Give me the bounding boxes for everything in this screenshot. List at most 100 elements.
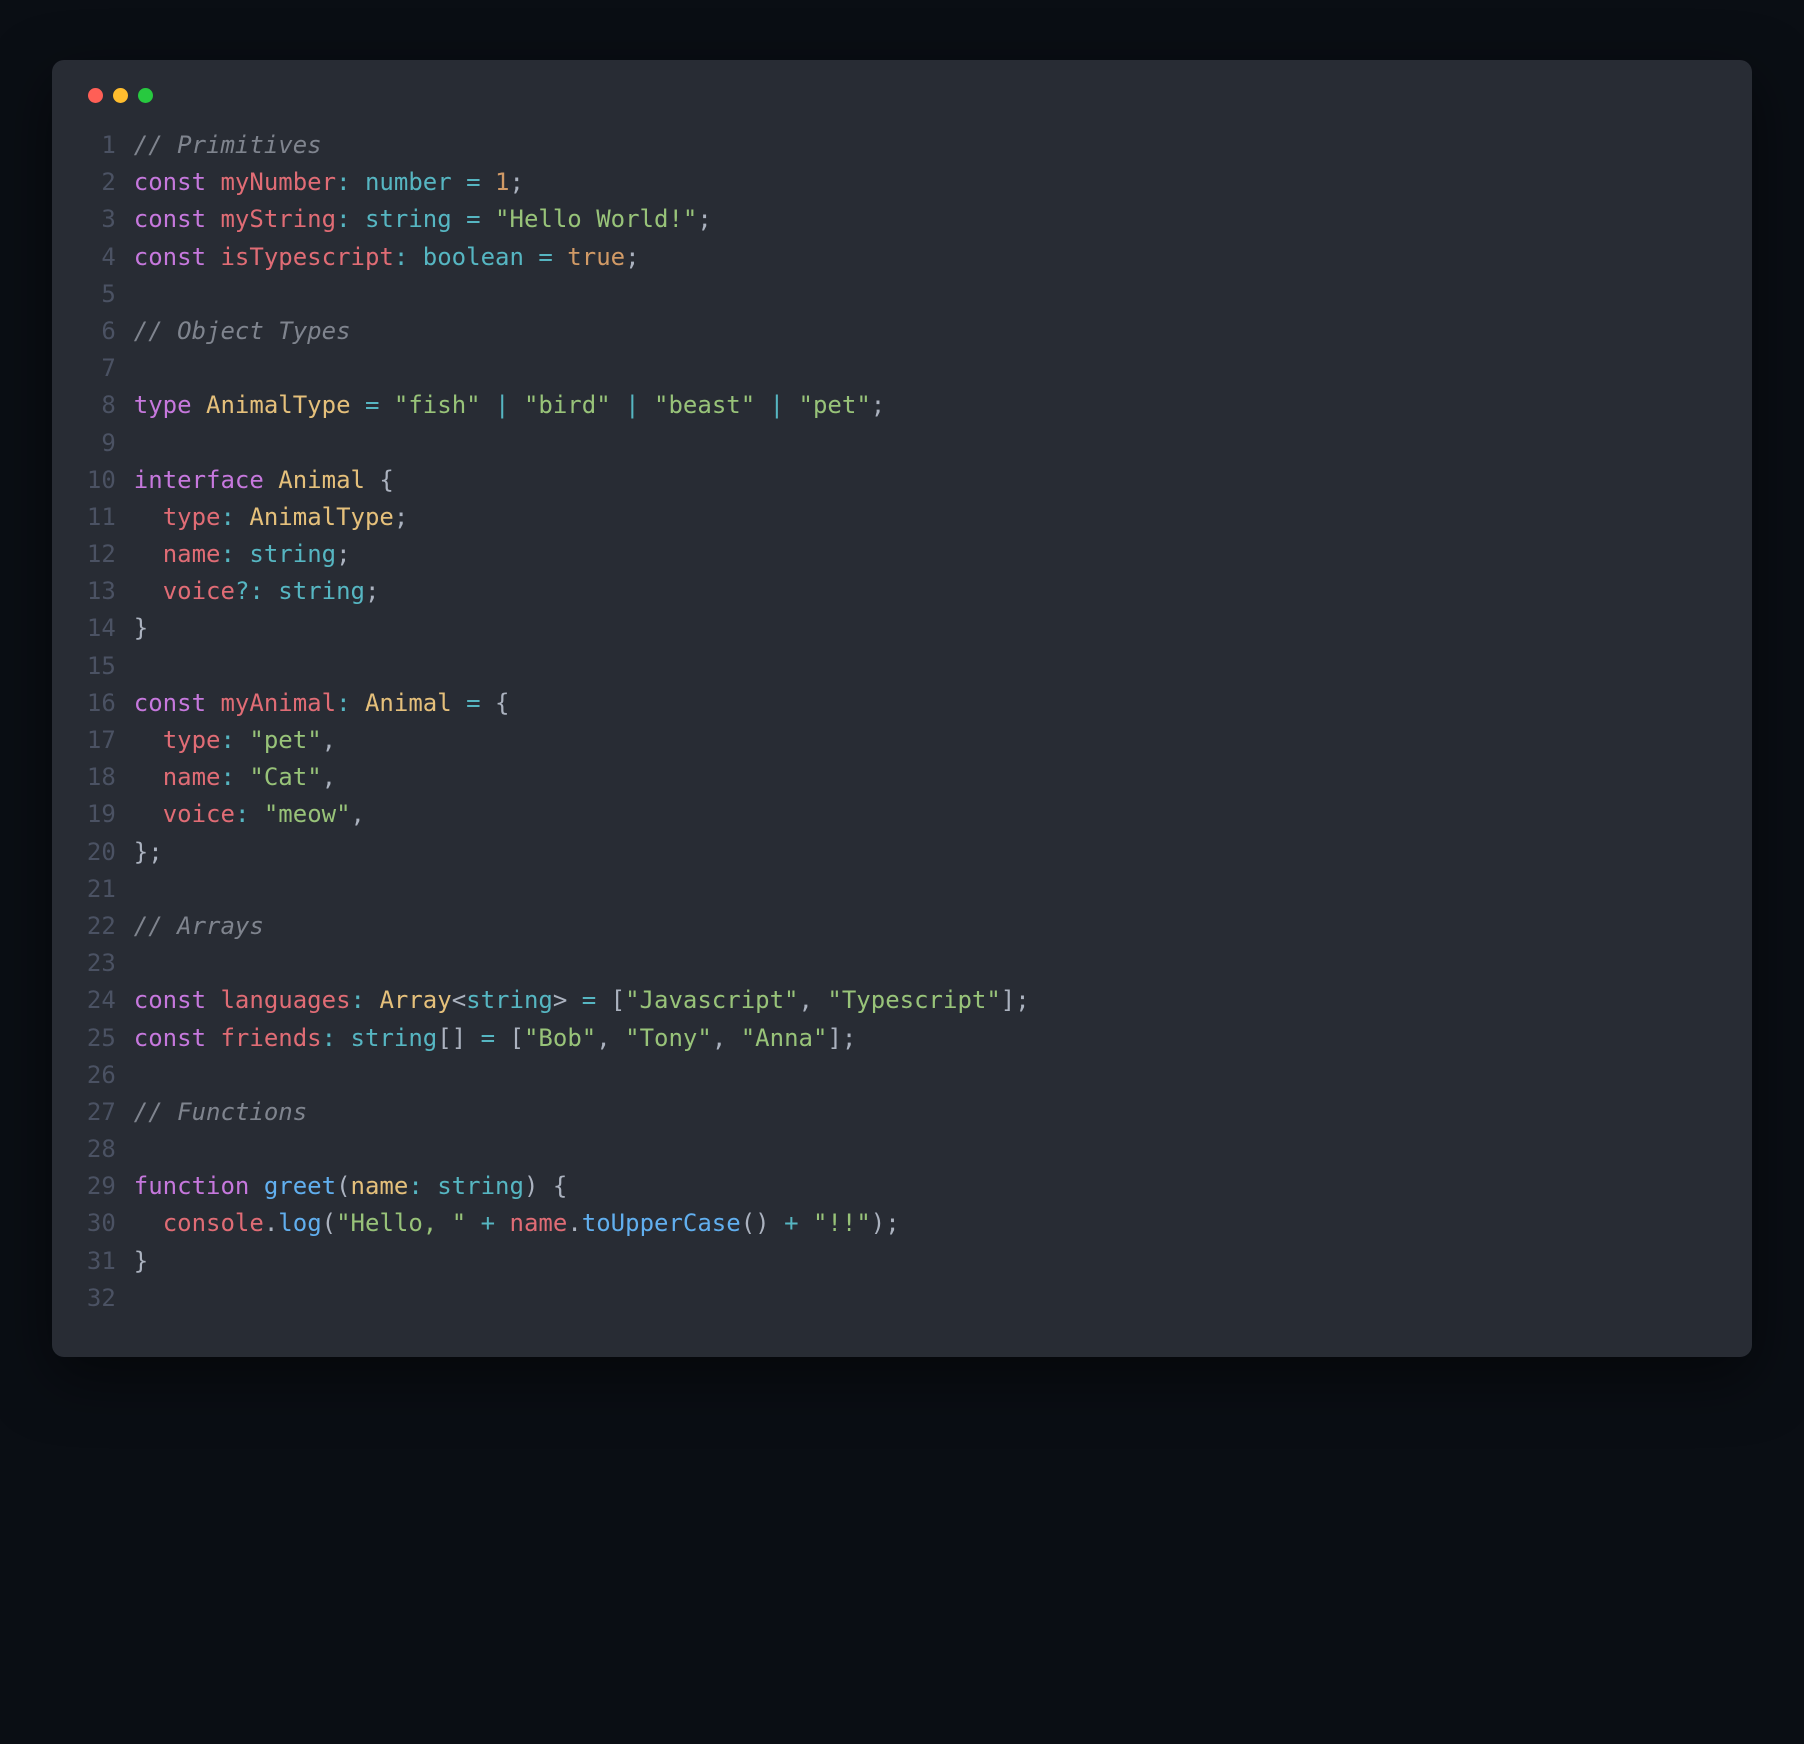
line-content[interactable]: const myString: string = "Hello World!"; bbox=[134, 201, 712, 238]
line-content[interactable] bbox=[134, 945, 148, 982]
line-content[interactable] bbox=[134, 350, 148, 387]
line-content[interactable]: type AnimalType = "fish" | "bird" | "bea… bbox=[134, 387, 885, 424]
code-token: | bbox=[625, 391, 639, 419]
line-content[interactable]: type: AnimalType; bbox=[134, 499, 409, 536]
minimize-icon[interactable] bbox=[113, 88, 128, 103]
code-line[interactable]: 2const myNumber: number = 1; bbox=[84, 164, 1720, 201]
code-token: "!!" bbox=[813, 1209, 871, 1237]
code-token: : bbox=[322, 1024, 336, 1052]
line-content[interactable] bbox=[134, 648, 148, 685]
line-content[interactable]: voice: "meow", bbox=[134, 796, 365, 833]
line-content[interactable]: // Primitives bbox=[134, 127, 322, 164]
code-line[interactable]: 4const isTypescript: boolean = true; bbox=[84, 239, 1720, 276]
code-line[interactable]: 12 name: string; bbox=[84, 536, 1720, 573]
line-content[interactable]: console.log("Hello, " + name.toUpperCase… bbox=[134, 1205, 900, 1242]
code-line[interactable]: 6// Object Types bbox=[84, 313, 1720, 350]
code-token: = bbox=[481, 1024, 495, 1052]
code-window: 1// Primitives2const myNumber: number = … bbox=[52, 60, 1752, 1357]
code-token: ); bbox=[871, 1209, 900, 1237]
code-line[interactable]: 28 bbox=[84, 1131, 1720, 1168]
code-line[interactable]: 15 bbox=[84, 648, 1720, 685]
code-line[interactable]: 3const myString: string = "Hello World!"… bbox=[84, 201, 1720, 238]
code-line[interactable]: 5 bbox=[84, 276, 1720, 313]
line-content[interactable]: }; bbox=[134, 834, 163, 871]
code-token: "Cat" bbox=[249, 763, 321, 791]
code-line[interactable]: 7 bbox=[84, 350, 1720, 387]
line-content[interactable] bbox=[134, 1131, 148, 1168]
code-line[interactable]: 30 console.log("Hello, " + name.toUpperC… bbox=[84, 1205, 1720, 1242]
line-content[interactable]: const friends: string[] = ["Bob", "Tony"… bbox=[134, 1020, 857, 1057]
line-content[interactable]: voice?: string; bbox=[134, 573, 380, 610]
line-content[interactable]: type: "pet", bbox=[134, 722, 336, 759]
code-token: toUpperCase bbox=[582, 1209, 741, 1237]
code-token: isTypescript bbox=[220, 243, 393, 271]
code-line[interactable]: 26 bbox=[84, 1057, 1720, 1094]
code-line[interactable]: 20}; bbox=[84, 834, 1720, 871]
code-token: // Functions bbox=[134, 1098, 307, 1126]
line-content[interactable]: interface Animal { bbox=[134, 462, 394, 499]
line-content[interactable]: const languages: Array<string> = ["Javas… bbox=[134, 982, 1030, 1019]
code-line[interactable]: 24 const languages: Array<string> = ["Jav… bbox=[84, 982, 1720, 1019]
code-line[interactable]: 27 // Functions bbox=[84, 1094, 1720, 1131]
line-content[interactable]: // Object Types bbox=[134, 313, 351, 350]
line-content[interactable]: name: "Cat", bbox=[134, 759, 336, 796]
code-token bbox=[495, 1209, 509, 1237]
line-content[interactable]: const myAnimal: Animal = { bbox=[134, 685, 510, 722]
code-token bbox=[206, 243, 220, 271]
code-token: : bbox=[394, 243, 408, 271]
line-number: 30 bbox=[84, 1205, 116, 1242]
code-line[interactable]: 16const myAnimal: Animal = { bbox=[84, 685, 1720, 722]
code-token: { bbox=[365, 466, 394, 494]
line-content[interactable] bbox=[134, 276, 148, 313]
code-line[interactable]: 18 name: "Cat", bbox=[84, 759, 1720, 796]
line-content[interactable]: function greet(name: string) { bbox=[134, 1168, 568, 1205]
code-line[interactable]: 17 type: "pet", bbox=[84, 722, 1720, 759]
code-line[interactable]: 9 bbox=[84, 425, 1720, 462]
code-line[interactable]: 29function greet(name: string) { bbox=[84, 1168, 1720, 1205]
code-line[interactable]: 14} bbox=[84, 610, 1720, 647]
code-line[interactable]: 8type AnimalType = "fish" | "bird" | "be… bbox=[84, 387, 1720, 424]
code-token bbox=[408, 243, 422, 271]
code-token: ]; bbox=[1001, 986, 1030, 1014]
code-token: string bbox=[466, 986, 553, 1014]
code-line[interactable]: 13 voice?: string; bbox=[84, 573, 1720, 610]
code-token bbox=[249, 800, 263, 828]
line-content[interactable]: // Functions bbox=[134, 1094, 307, 1131]
code-line[interactable]: 19 voice: "meow", bbox=[84, 796, 1720, 833]
code-token: [ bbox=[596, 986, 625, 1014]
code-line[interactable]: 23 bbox=[84, 945, 1720, 982]
line-content[interactable] bbox=[134, 1280, 148, 1317]
line-content[interactable] bbox=[134, 425, 148, 462]
code-line[interactable]: 31} bbox=[84, 1243, 1720, 1280]
code-token: }; bbox=[134, 838, 163, 866]
line-content[interactable]: // Arrays bbox=[134, 908, 264, 945]
line-content[interactable]: const myNumber: number = 1; bbox=[134, 164, 524, 201]
code-line[interactable]: 11 type: AnimalType; bbox=[84, 499, 1720, 536]
code-line[interactable]: 1// Primitives bbox=[84, 127, 1720, 164]
line-content[interactable] bbox=[134, 871, 148, 908]
code-line[interactable]: 22// Arrays bbox=[84, 908, 1720, 945]
code-token: "fish" bbox=[394, 391, 481, 419]
line-number: 10 bbox=[84, 462, 116, 499]
code-token bbox=[192, 391, 206, 419]
line-number: 24 bbox=[84, 982, 116, 1019]
code-token: myString bbox=[220, 205, 336, 233]
line-number: 31 bbox=[84, 1243, 116, 1280]
code-editor[interactable]: 1// Primitives2const myNumber: number = … bbox=[84, 127, 1720, 1317]
code-token bbox=[351, 689, 365, 717]
line-number: 27 bbox=[84, 1094, 116, 1131]
code-line[interactable]: 32 bbox=[84, 1280, 1720, 1317]
line-content[interactable] bbox=[134, 1057, 148, 1094]
line-content[interactable]: } bbox=[134, 1243, 148, 1280]
line-content[interactable]: } bbox=[134, 610, 148, 647]
code-line[interactable]: 10 interface Animal { bbox=[84, 462, 1720, 499]
code-token: string bbox=[249, 540, 336, 568]
close-icon[interactable] bbox=[88, 88, 103, 103]
line-content[interactable]: name: string; bbox=[134, 536, 351, 573]
line-content[interactable]: const isTypescript: boolean = true; bbox=[134, 239, 640, 276]
code-line[interactable]: 25const friends: string[] = ["Bob", "Ton… bbox=[84, 1020, 1720, 1057]
maximize-icon[interactable] bbox=[138, 88, 153, 103]
code-token: string bbox=[351, 1024, 438, 1052]
code-token bbox=[235, 540, 249, 568]
code-line[interactable]: 21 bbox=[84, 871, 1720, 908]
